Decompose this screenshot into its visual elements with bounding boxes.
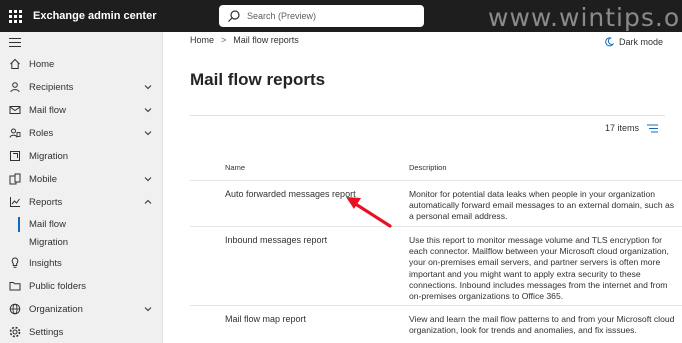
report-description: Monitor for potential data leaks when pe… <box>409 189 675 222</box>
reports-icon <box>10 197 20 207</box>
sidebar-item-label: Organization <box>29 304 83 315</box>
page-title: Mail flow reports <box>190 70 326 89</box>
sidebar-item-label: Migration <box>29 237 69 248</box>
chevron-down-icon <box>144 177 152 182</box>
sidebar-item-roles[interactable]: Roles <box>0 122 162 145</box>
sidebar: Home Recipients Mail flow Roles Migratio… <box>0 32 163 343</box>
app-title[interactable]: Exchange admin center <box>33 10 157 22</box>
sidebar-item-label: Migration <box>29 151 69 162</box>
search-box[interactable]: Search (Preview) <box>219 5 424 27</box>
sidebar-item-migration[interactable]: Migration <box>0 145 162 168</box>
breadcrumb: Home > Mail flow reports <box>190 35 299 45</box>
sidebar-item-label: Insights <box>29 258 62 269</box>
table-row[interactable]: Mail flow map report View and learn the … <box>190 305 682 343</box>
sidebar-item-label: Reports <box>29 197 63 208</box>
sidebar-item-label: Roles <box>29 128 54 139</box>
sidebar-item-organization[interactable]: Organization <box>0 298 162 321</box>
gear-icon <box>9 326 21 338</box>
home-icon <box>10 58 20 69</box>
sidebar-item-label: Home <box>29 59 55 70</box>
search-input[interactable]: Search (Preview) <box>247 11 316 21</box>
sidebar-item-mail-flow[interactable]: Mail flow <box>0 99 162 122</box>
item-count: 17 items <box>605 123 640 133</box>
breadcrumb-home-link[interactable]: Home <box>190 35 214 45</box>
sidebar-item-label: Mail flow <box>29 105 66 116</box>
sidebar-item-mobile[interactable]: Mobile <box>0 168 162 191</box>
sidebar-item-insights[interactable]: Insights <box>0 252 162 275</box>
table-row[interactable]: Auto forwarded messages report Monitor f… <box>190 180 682 226</box>
moon-icon <box>605 37 614 47</box>
roles-icon <box>9 128 21 138</box>
globe-icon <box>9 303 21 315</box>
sidebar-item-recipients[interactable]: Recipients <box>0 76 162 99</box>
sidebar-item-reports[interactable]: Reports <box>0 191 162 214</box>
app-launcher-icon[interactable] <box>0 0 30 32</box>
sidebar-subitem-migration[interactable]: Migration <box>0 231 162 254</box>
chevron-up-icon <box>144 199 152 204</box>
migration-icon <box>10 151 20 161</box>
table-row[interactable]: Inbound messages report Use this report … <box>190 226 682 305</box>
chevron-down-icon <box>144 131 152 136</box>
person-icon <box>10 82 20 93</box>
report-description: View and learn the mail flow patterns to… <box>409 314 675 336</box>
mobile-icon <box>9 173 21 185</box>
report-name[interactable]: Mail flow map report <box>225 314 306 324</box>
chevron-right-icon: > <box>221 35 227 45</box>
dark-mode-label: Dark mode <box>619 37 664 47</box>
sidebar-item-public-folders[interactable]: Public folders <box>0 275 162 298</box>
watermark: www.wintips.org <box>488 3 682 32</box>
divider <box>190 115 665 116</box>
report-name[interactable]: Inbound messages report <box>225 235 327 245</box>
sidebar-item-label: Settings <box>29 327 64 338</box>
lightbulb-icon <box>11 257 19 268</box>
annotation-arrow-icon <box>346 197 392 228</box>
report-description: Use this report to monitor message volum… <box>409 235 669 302</box>
dark-mode-toggle[interactable]: Dark mode <box>604 37 663 47</box>
active-indicator <box>18 217 20 232</box>
sidebar-item-home[interactable]: Home <box>0 53 162 76</box>
report-name[interactable]: Auto forwarded messages report <box>225 189 356 199</box>
column-header-name[interactable]: Name <box>225 163 245 172</box>
chevron-down-icon <box>144 85 152 90</box>
sidebar-item-settings[interactable]: Settings <box>0 321 162 343</box>
sidebar-item-label: Public folders <box>29 281 87 292</box>
sidebar-item-label: Recipients <box>29 82 74 93</box>
chevron-down-icon <box>144 108 152 113</box>
list-view-icon[interactable] <box>647 124 658 133</box>
hamburger-menu-icon[interactable] <box>9 38 21 48</box>
chevron-down-icon <box>144 307 152 312</box>
search-icon <box>228 10 240 22</box>
breadcrumb-current: Mail flow reports <box>233 35 299 45</box>
column-header-description[interactable]: Description <box>409 163 447 172</box>
sidebar-item-label: Mobile <box>29 174 57 185</box>
mail-icon <box>9 106 21 114</box>
sidebar-item-label: Mail flow <box>29 219 66 230</box>
folder-icon <box>9 282 21 291</box>
